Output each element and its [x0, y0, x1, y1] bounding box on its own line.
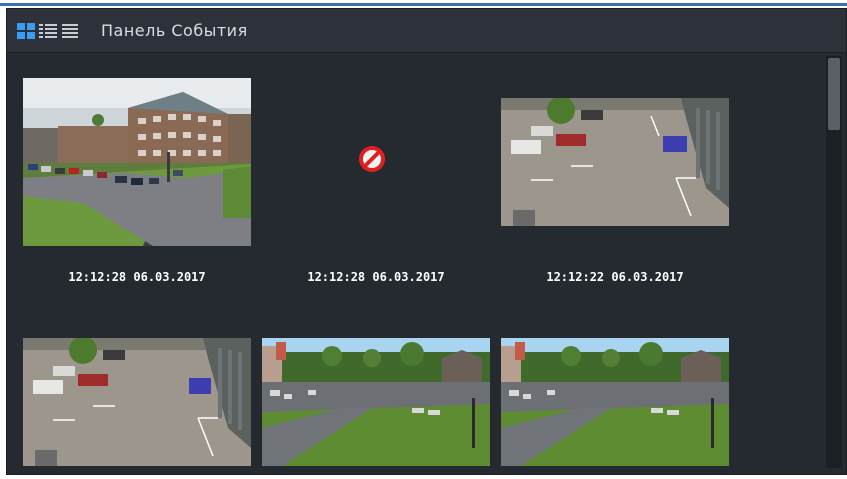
- event-timestamp: 12:12:28 06.03.2017: [68, 270, 206, 284]
- panel-header: Панель События: [7, 9, 846, 53]
- parking-lot-top-camera-image: [501, 98, 729, 226]
- lawn-street-camera-image: [262, 338, 490, 466]
- lawn-street-camera-image: [501, 338, 729, 466]
- detailed-list-view-icon[interactable]: [39, 23, 57, 39]
- scrollbar-thumb[interactable]: [828, 58, 840, 130]
- parking-lot-top-camera-image: [23, 338, 251, 466]
- list-view-icon[interactable]: [61, 23, 79, 39]
- vertical-scrollbar[interactable]: [826, 56, 842, 468]
- event-thumbnail[interactable]: [501, 98, 729, 226]
- event-thumbnail[interactable]: [501, 338, 729, 466]
- building-parking-camera-image: [23, 78, 251, 246]
- event-timestamp: 12:12:28 06.03.2017: [307, 270, 445, 284]
- grid-view-icon[interactable]: [17, 23, 35, 39]
- view-mode-switcher: [17, 23, 79, 39]
- top-edge: [0, 0, 847, 8]
- events-panel: Панель События 12:12:28 06.03.2017 12:12…: [6, 8, 847, 475]
- panel-title: Панель События: [101, 21, 248, 40]
- event-thumbnail[interactable]: [23, 338, 251, 466]
- event-thumbnail[interactable]: [23, 78, 251, 246]
- event-thumbnail[interactable]: [262, 338, 490, 466]
- events-grid: 12:12:28 06.03.2017 12:12:28 06.03.2017: [7, 54, 827, 474]
- no-image-icon: [359, 146, 385, 172]
- event-timestamp: 12:12:22 06.03.2017: [546, 270, 684, 284]
